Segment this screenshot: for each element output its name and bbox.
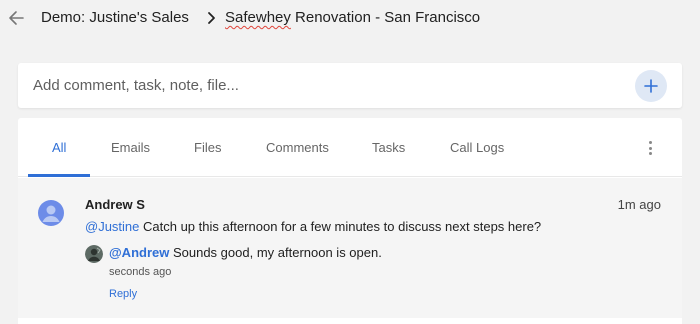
message-text: Catch up this afternoon for a few minute… <box>139 219 542 234</box>
reply-timestamp: seconds ago <box>109 266 172 278</box>
page-title: Safewhey Renovation - San Francisco <box>225 9 480 26</box>
arrow-left-icon <box>9 11 24 25</box>
back-button[interactable] <box>6 8 26 28</box>
reply-mention-link[interactable]: @Andrew <box>109 245 169 260</box>
activity-feed: All Emails Files Comments Tasks Call Log… <box>18 118 682 324</box>
tab-emails[interactable]: Emails <box>111 140 150 155</box>
tab-tasks[interactable]: Tasks <box>372 140 405 155</box>
activity-timestamp: 1m ago <box>617 197 661 212</box>
avatar <box>38 200 64 226</box>
activity-item: Andrew S 1m ago @Justine Catch up this a… <box>18 178 682 318</box>
activity-message: @Justine Catch up this afternoon for a f… <box>85 219 541 234</box>
plus-icon <box>644 79 658 93</box>
active-tab-indicator <box>28 174 90 177</box>
activity-composer <box>18 63 682 108</box>
mention-link[interactable]: @Justine <box>85 219 139 234</box>
tab-all[interactable]: All <box>52 140 66 155</box>
breadcrumb-root[interactable]: Demo: Justine's Sales <box>41 9 189 26</box>
activity-author: Andrew S <box>85 197 145 212</box>
add-comment-input[interactable] <box>33 73 593 97</box>
reply-button[interactable]: Reply <box>109 288 137 300</box>
reply-message-text: Sounds good, my afternoon is open. <box>169 245 382 260</box>
misspelled-word: Safewhey <box>225 9 291 26</box>
page-title-rest: Renovation - San Francisco <box>290 9 481 26</box>
header-bar: Demo: Justine's Sales Safewhey Renovatio… <box>0 0 700 40</box>
tab-files[interactable]: Files <box>194 140 221 155</box>
tab-comments[interactable]: Comments <box>266 140 329 155</box>
chevron-right-icon <box>208 12 215 24</box>
activity-tabs: All Emails Files Comments Tasks Call Log… <box>18 118 682 177</box>
add-button[interactable] <box>635 70 667 102</box>
reply-avatar <box>85 245 103 263</box>
reply-message: @Andrew Sounds good, my afternoon is ope… <box>109 245 382 260</box>
tab-call-logs[interactable]: Call Logs <box>450 140 504 155</box>
more-vertical-icon[interactable] <box>644 138 656 158</box>
